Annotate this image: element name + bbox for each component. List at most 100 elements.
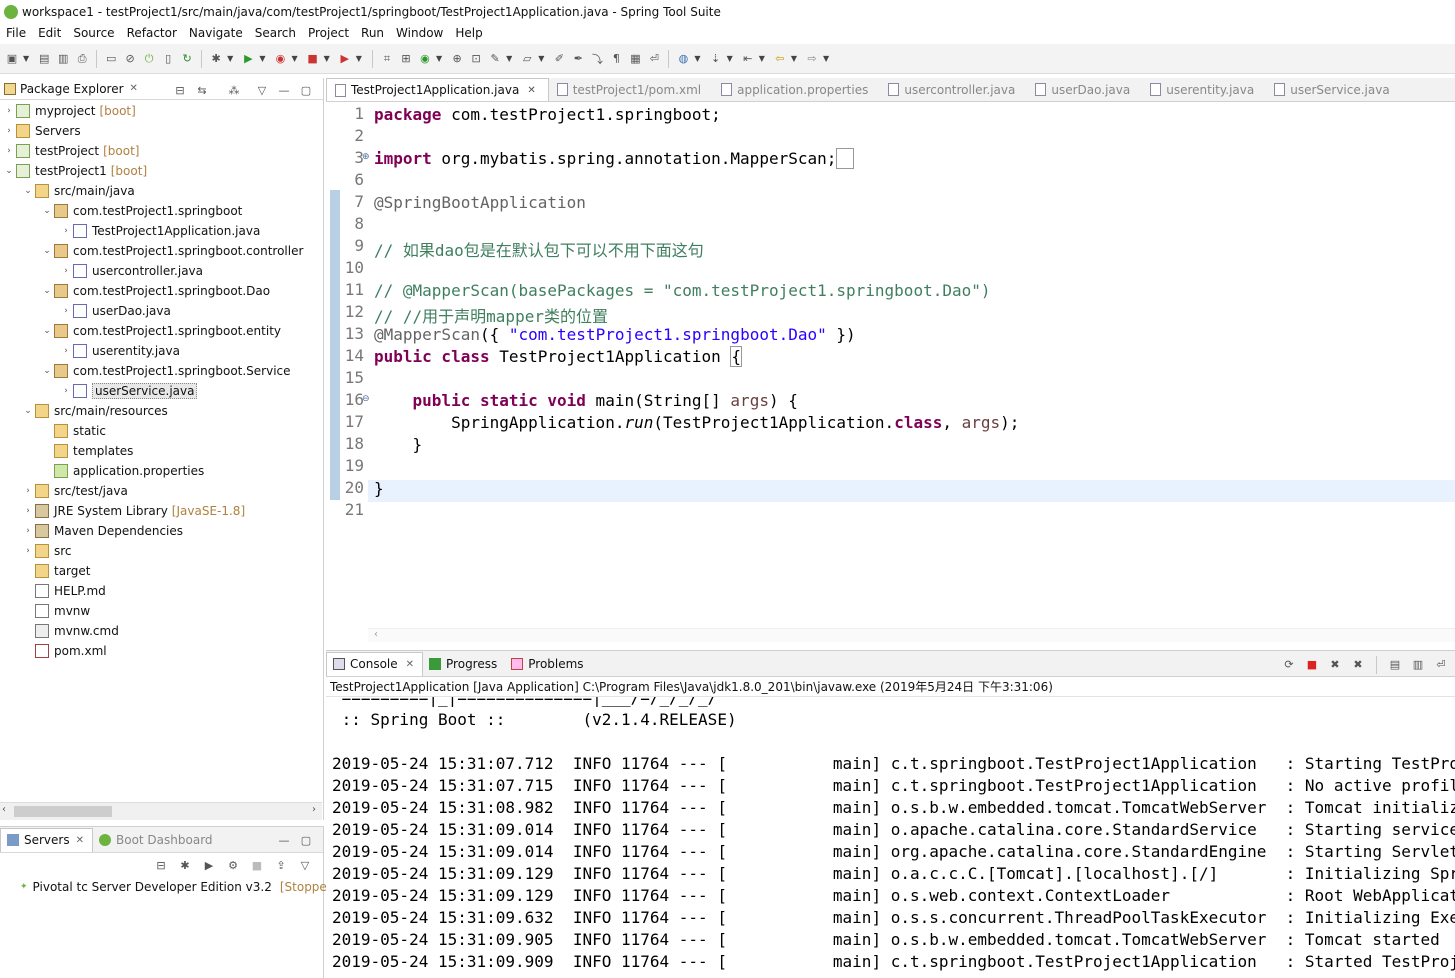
tree-item[interactable]: templates [40,441,133,461]
tree-item[interactable]: static [40,421,106,441]
tree-item[interactable]: › Servers [2,121,81,141]
word-wrap-icon[interactable]: ⏎ [1433,656,1449,672]
remove-launch-icon[interactable]: ✖ [1327,656,1343,672]
tab-console[interactable]: Console ✕ [326,651,424,676]
package-explorer-scrollbar[interactable]: ‹ › [0,802,322,820]
view-menu-icon[interactable]: ▽ [254,82,270,98]
print-icon[interactable]: ⎙ [74,51,90,67]
clear-console-icon[interactable]: ▤ [1387,656,1403,672]
debug-icon[interactable]: ✱ [208,51,224,67]
chevron-right-icon[interactable]: › [59,306,73,316]
code-line[interactable]: } [374,435,423,454]
menu-source[interactable]: Source [69,26,122,40]
chevron-down-icon[interactable]: ⌄ [21,186,35,196]
scrollbar-thumb[interactable] [14,806,112,817]
minimize-icon[interactable]: — [276,832,292,848]
new-java-project-icon[interactable]: ⌗ [379,51,395,67]
console-toggle-icon[interactable]: ▭ [103,51,119,67]
scroll-lock-icon[interactable]: ▥ [1410,656,1426,672]
close-icon[interactable]: ✕ [76,835,84,846]
link-editor-icon[interactable]: ⇆ [194,82,210,98]
new-class-icon[interactable]: ◉ [417,51,433,67]
tree-item[interactable]: ⌄ com.testProject1.springboot.Service [40,361,291,381]
chevron-down-icon[interactable]: ⌄ [2,166,16,176]
tree-item[interactable]: target [21,561,91,581]
menu-search[interactable]: Search [251,26,304,40]
open-type-icon[interactable]: ⊕ [449,51,465,67]
editor-tab[interactable]: application.properties [713,78,880,101]
tree-item[interactable]: pom.xml [21,641,107,661]
globe-icon[interactable]: ◍ [675,51,691,67]
new-package-icon[interactable]: ⊞ [398,51,414,67]
word-wrap-icon[interactable]: ⏎ [646,51,662,67]
forward-history-icon[interactable]: ⇣ [708,51,724,67]
chevron-down-icon[interactable]: ⌄ [40,286,54,296]
menu-run[interactable]: Run [357,26,392,40]
chevron-down-icon[interactable]: ⌄ [40,326,54,336]
debug-server-icon[interactable]: ✱ [177,857,193,873]
code-line[interactable]: // @MapperScan(basePackages = "com.testP… [374,281,991,300]
code-line[interactable]: @MapperScan({ "com.testProject1.springbo… [374,325,856,344]
chevron-down-icon[interactable]: ⌄ [21,406,35,416]
show-whitespace-icon[interactable]: ¶ [608,51,624,67]
tree-item[interactable]: › src [21,541,72,561]
chevron-right-icon[interactable]: › [21,546,35,556]
code-line[interactable]: // //用于声明mapper类的位置 [374,303,608,327]
tab-boot-dashboard[interactable]: Boot Dashboard [93,828,221,852]
tab-problems[interactable]: Problems [505,652,591,676]
tree-item[interactable]: ⌄ com.testProject1.springboot.controller [40,241,303,261]
menu-edit[interactable]: Edit [34,26,69,40]
fold-collapse-icon[interactable]: ⊖ [362,394,370,404]
chevron-right-icon[interactable]: › [59,266,73,276]
view-menu-icon[interactable]: ▽ [297,857,313,873]
tree-item[interactable]: ⌄ testProject1 [boot] [2,161,147,181]
server-row[interactable]: ✦ Pivotal tc Server Developer Edition v3… [0,877,327,897]
external-tools-icon[interactable]: ▶ [337,51,353,67]
tree-item[interactable]: ⌄ com.testProject1.springboot.entity [40,321,281,341]
chevron-right-icon[interactable]: › [21,526,35,536]
menu-file[interactable]: File [2,26,34,40]
mark-occurrences-icon[interactable]: ▯ [160,51,176,67]
back-icon[interactable]: ⇦ [772,51,788,67]
chevron-right-icon[interactable]: › [59,226,73,236]
scroll-left-icon[interactable]: ‹ [374,629,378,640]
save-all-icon[interactable]: ▥ [55,51,71,67]
chevron-right-icon[interactable]: › [59,386,73,396]
open-task-icon[interactable]: ⊡ [468,51,484,67]
tree-item[interactable]: ⌄ src/main/resources [21,401,168,421]
code-line[interactable]: public static void main(String[] args) { [374,391,798,410]
new-icon[interactable]: ▣ [4,51,20,67]
code-line[interactable]: package com.testProject1.springboot; [374,105,721,124]
toggle-annotation-icon[interactable]: ✐ [551,51,567,67]
scroll-right-icon[interactable]: › [312,804,316,815]
code-line[interactable]: import org.mybatis.spring.annotation.Map… [374,148,855,169]
tab-servers[interactable]: Servers ✕ [0,827,93,852]
tree-item[interactable]: › JRE System Library [JavaSE-1.8] [21,501,245,521]
chevron-down-icon[interactable]: ⌄ [40,206,54,216]
editor-tab[interactable]: userentity.java [1142,78,1266,101]
last-edit-icon[interactable]: ⇤ [740,51,756,67]
tree-item[interactable]: › myproject [boot] [2,101,136,121]
code-line[interactable]: // 如果dao包是在默认包下可以不用下面这句 [374,237,704,261]
scroll-left-icon[interactable]: ‹ [2,804,6,815]
tree-item[interactable]: › TestProject1Application.java [59,221,260,241]
chevron-down-icon[interactable]: ⌄ [40,246,54,256]
block-selection-icon[interactable]: ▦ [627,51,643,67]
code-line[interactable]: SpringApplication.run(TestProject1Applic… [374,413,1019,432]
tree-item[interactable]: application.properties [40,461,204,481]
chevron-right-icon[interactable]: › [2,146,16,156]
run-icon[interactable]: ▶ [240,51,256,67]
tree-item[interactable]: › userService.java [59,381,198,401]
profile-server-icon[interactable]: ⚙ [225,857,241,873]
collapse-all-icon[interactable]: ⊟ [172,82,188,98]
editor-tab[interactable]: testProject1/pom.xml [549,78,713,101]
next-annotation-icon[interactable]: ⤵ [589,51,605,67]
code-editor[interactable]: 1 2 3 ⊕ 6 7 8 9 10 11 12 13 14 15 16 ⊖ 17 18 19 20 21 packag… [326,102,1455,644]
maximize-icon[interactable]: ▢ [298,832,314,848]
spring-boot-icon[interactable]: ⏻ [141,51,157,67]
tree-item[interactable]: › userDao.java [59,301,171,321]
menu-refactor[interactable]: Refactor [123,26,185,40]
open-resource-icon[interactable]: ✎ [487,51,503,67]
close-icon[interactable]: ✕ [406,659,414,670]
close-icon[interactable]: ✕ [527,85,535,96]
